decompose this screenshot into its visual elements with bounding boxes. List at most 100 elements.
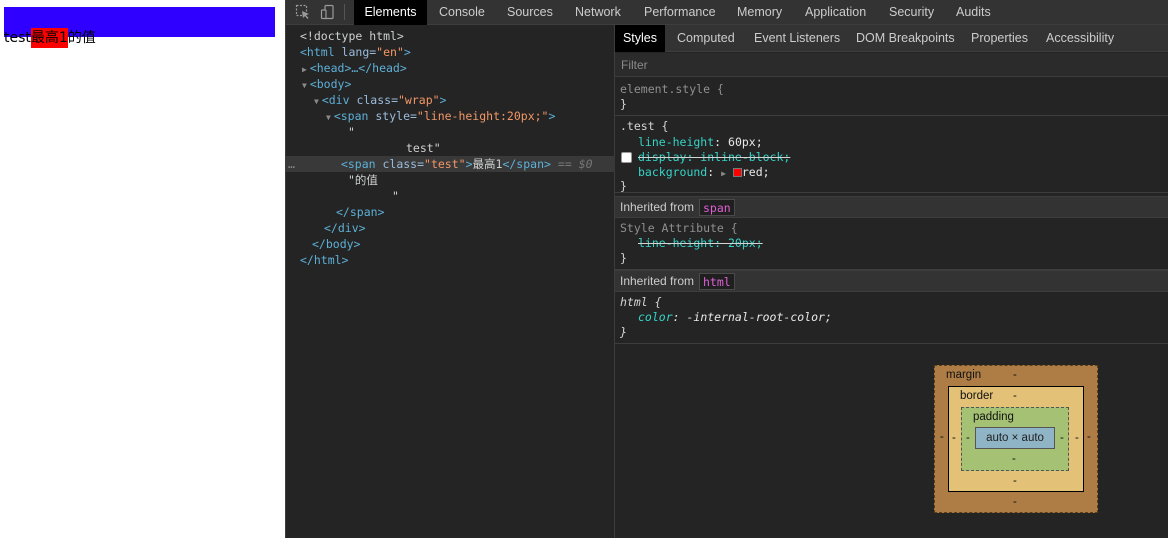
inherited-label-html: Inherited from — [620, 274, 695, 288]
tab-memory[interactable]: Memory — [737, 0, 782, 25]
tab-computed[interactable]: Computed — [677, 25, 735, 52]
doctype-text: <!doctype html> — [300, 29, 404, 43]
padding-bottom-value[interactable]: - — [1012, 453, 1016, 465]
padding-right-value[interactable]: - — [1060, 432, 1064, 444]
decl-background[interactable]: background: ▶ red; — [638, 164, 770, 180]
expand-shorthand-icon[interactable]: ▶ — [721, 169, 726, 178]
inherited-html-link[interactable]: html — [699, 273, 735, 290]
span-test-text: 最高1 — [472, 157, 503, 171]
highlighted-span[interactable]: 最高1 — [30, 28, 68, 48]
box-model-margin[interactable]: margin - - - - border - - - - padding - … — [934, 365, 1098, 513]
padding-left-value[interactable]: - — [966, 432, 970, 444]
div-tag-close-bracket: > — [439, 93, 447, 107]
dom-text-quote[interactable]: " — [286, 124, 615, 140]
tab-elements[interactable]: Elements — [354, 0, 427, 25]
border-left-value[interactable]: - — [952, 432, 956, 444]
dom-text-de[interactable]: "的值 — [286, 172, 615, 188]
tab-network[interactable]: Network — [575, 0, 621, 25]
html-attr-name: lang= — [334, 45, 377, 59]
dom-node-head[interactable]: ▶ <head>…</head> — [286, 60, 615, 76]
tab-security[interactable]: Security — [889, 0, 934, 25]
border-label: border — [960, 390, 994, 402]
span-test-end-tag: </span> — [502, 157, 551, 171]
div-attr-name: class= — [349, 93, 398, 107]
dom-node-html[interactable]: <html lang="en"> — [286, 44, 615, 60]
decl-color[interactable]: color: -internal-root-color; — [638, 309, 832, 325]
dom-node-div-close[interactable]: </div> — [286, 220, 615, 236]
dom-node-body[interactable]: ▼ <body> — [286, 76, 615, 92]
styles-filter-input[interactable] — [621, 57, 921, 73]
box-model-border[interactable]: border - - - - padding - - - auto × auto — [948, 386, 1084, 492]
devtools-window: Elements Console Sources Network Perform… — [285, 0, 1168, 538]
html-close: } — [620, 325, 627, 339]
tab-console[interactable]: Console — [439, 0, 485, 25]
tab-sources[interactable]: Sources — [507, 0, 553, 25]
dom-node-body-close[interactable]: </body> — [286, 236, 615, 252]
tab-performance[interactable]: Performance — [644, 0, 716, 25]
box-model-padding[interactable]: padding - - - auto × auto — [961, 407, 1069, 471]
margin-left-value[interactable]: - — [940, 431, 944, 443]
rule-element-style[interactable]: element.style { } — [615, 78, 1168, 116]
tab-styles[interactable]: Styles — [615, 25, 665, 52]
toolbar-separator — [344, 4, 345, 20]
margin-top-value[interactable]: - — [1013, 369, 1017, 381]
color-swatch-icon[interactable] — [732, 168, 742, 177]
dom-text-test[interactable]: test" — [286, 140, 615, 156]
dom-node-div-wrap[interactable]: ▼ <div class="wrap"> — [286, 92, 615, 108]
padding-label: padding — [973, 411, 1014, 423]
tab-properties[interactable]: Properties — [971, 25, 1028, 52]
dom-node-span-test-selected[interactable]: … <span class="test">最高1</span> == $0 — [286, 156, 615, 172]
inherited-from-html-header: Inherited from html — [615, 270, 1168, 292]
element-style-close: } — [620, 97, 627, 111]
line-height-prop: line-height — [638, 135, 715, 149]
border-bottom-value[interactable]: - — [1013, 475, 1017, 487]
box-model-content[interactable]: auto × auto — [975, 427, 1055, 449]
display-declaration: display: inline-block; — [638, 150, 791, 164]
html-attr-value: "en" — [376, 45, 404, 59]
dom-text-quote-end[interactable]: " — [286, 188, 615, 204]
styles-sidebar: Styles Computed Event Listeners DOM Brea… — [615, 25, 1168, 538]
selected-node-marker: == $0 — [557, 157, 593, 171]
inspect-element-icon[interactable] — [295, 4, 311, 20]
div-tag: <div — [321, 93, 350, 107]
collapse-triangle-icon[interactable]: ▼ — [286, 113, 331, 122]
dom-node-html-close[interactable]: </html> — [286, 252, 615, 268]
rule-style-attribute[interactable]: Style Attribute { line-height: 20px; } — [615, 218, 1168, 270]
tab-application[interactable]: Application — [805, 0, 866, 25]
inherited-span-link[interactable]: span — [699, 199, 735, 216]
dom-node-doctype[interactable]: <!doctype html> — [286, 28, 615, 44]
filter-bar — [615, 53, 1168, 77]
div-attr-value: "wrap" — [398, 93, 440, 107]
background-colon: : — [707, 165, 722, 179]
dom-node-span-close[interactable]: </span> — [286, 204, 615, 220]
body-tag: <body> — [309, 77, 352, 91]
disable-declaration-checkbox[interactable] — [621, 152, 632, 163]
sidebar-tabs: Styles Computed Event Listeners DOM Brea… — [615, 25, 1168, 52]
decl-line-height-overridden[interactable]: line-height: 20px; — [638, 235, 763, 251]
tab-event-listeners[interactable]: Event Listeners — [754, 25, 840, 52]
dom-node-span-outer[interactable]: ▼ <span style="line-height:20px;"> — [286, 108, 615, 124]
decl-display-disabled[interactable]: display: inline-block; — [638, 149, 790, 165]
tab-accessibility[interactable]: Accessibility — [1046, 25, 1114, 52]
devtools-toolbar: Elements Console Sources Network Perform… — [286, 0, 1168, 25]
collapse-triangle-icon[interactable]: ▼ — [286, 81, 307, 90]
expand-triangle-icon[interactable]: ▶ — [286, 65, 307, 74]
device-toolbar-icon[interactable] — [320, 4, 336, 20]
tab-audits[interactable]: Audits — [956, 0, 991, 25]
margin-label: margin — [946, 369, 982, 381]
rule-html[interactable]: html { color: -internal-root-color; } — [615, 292, 1168, 344]
more-actions-icon[interactable]: … — [286, 157, 295, 171]
margin-right-value[interactable]: - — [1087, 431, 1091, 443]
html-tag-close-bracket: > — [403, 45, 411, 59]
dom-tree-panel: <!doctype html> <html lang="en"> ▶ <head>… — [286, 25, 615, 538]
html-tag: <html — [300, 45, 335, 59]
decl-line-height[interactable]: line-height: 60px; — [638, 134, 763, 150]
border-top-value[interactable]: - — [1013, 390, 1017, 402]
margin-bottom-value[interactable]: - — [1013, 496, 1017, 508]
collapse-triangle-icon[interactable]: ▼ — [286, 97, 319, 106]
color-prop: color — [638, 310, 673, 324]
border-right-value[interactable]: - — [1075, 432, 1079, 444]
rule-test[interactable]: .test { line-height: 60px; display: inli… — [615, 117, 1168, 193]
div-close-tag: </div> — [324, 221, 366, 235]
tab-dom-breakpoints[interactable]: DOM Breakpoints — [856, 25, 955, 52]
